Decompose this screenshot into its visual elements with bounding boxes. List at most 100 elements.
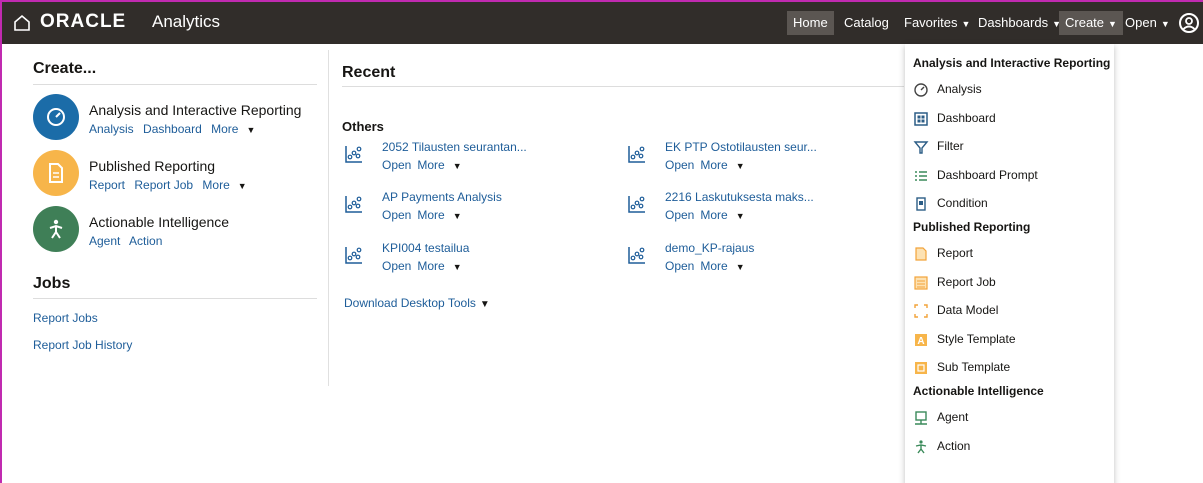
- menu-item-label: Dashboard Prompt: [937, 167, 1038, 182]
- more-link[interactable]: More ▼: [417, 208, 467, 222]
- nav-create-label: Create: [1065, 15, 1105, 30]
- scatter-chart-icon: [345, 196, 362, 213]
- report-job-icon: [914, 275, 928, 290]
- download-desktop-tools[interactable]: Download Desktop Tools ▼: [344, 296, 490, 310]
- nav-home-label: Home: [793, 15, 828, 30]
- more-link[interactable]: More ▼: [700, 259, 750, 273]
- more-link[interactable]: More ▼: [417, 158, 467, 172]
- create-menu: Analysis and Interactive Reporting Analys…: [905, 44, 1114, 483]
- svg-text:A: A: [917, 336, 924, 347]
- actionable-intelligence-title: Actionable Intelligence: [89, 214, 230, 230]
- menu-item-label: Report: [937, 246, 974, 260]
- menu-item-label: Condition: [937, 196, 988, 211]
- open-link[interactable]: Open: [665, 158, 694, 172]
- analysis-reporting-badge[interactable]: [33, 94, 79, 140]
- actionable-intelligence-badge[interactable]: [33, 206, 79, 252]
- user-icon[interactable]: [1178, 12, 1200, 34]
- open-link[interactable]: Open: [382, 259, 411, 273]
- create-analysis-link[interactable]: Analysis: [89, 122, 134, 136]
- filter-icon: [913, 141, 929, 154]
- published-reporting-title: Published Reporting: [89, 158, 216, 174]
- recent-item-actions: Open More ▼: [665, 208, 757, 222]
- nav-open[interactable]: Open ▼: [1119, 11, 1176, 35]
- open-link[interactable]: Open: [382, 158, 411, 172]
- more-link[interactable]: More ▼: [211, 122, 261, 136]
- menu-item-condition[interactable]: Condition: [905, 191, 1114, 217]
- report-job-history-link[interactable]: Report Job History: [33, 338, 132, 352]
- chevron-down-icon: ▼: [1160, 19, 1170, 29]
- dashboard-icon: [914, 111, 928, 126]
- caret-down-icon: ▼: [237, 181, 247, 191]
- create-dashboard-link[interactable]: Dashboard: [143, 122, 202, 136]
- menu-item-action[interactable]: Action: [905, 434, 1114, 460]
- home-icon[interactable]: [12, 13, 32, 33]
- open-link[interactable]: Open: [665, 259, 694, 273]
- menu-item-label: Sub Template: [937, 360, 1011, 375]
- create-agent-link[interactable]: Agent: [89, 234, 120, 248]
- recent-item-name[interactable]: AP Payments Analysis: [382, 190, 502, 204]
- recent-item-name[interactable]: EK PTP Ostotilausten seur...: [665, 140, 817, 154]
- more-label: More: [700, 158, 728, 172]
- more-link[interactable]: More ▼: [700, 208, 750, 222]
- published-reporting-badge[interactable]: [33, 150, 79, 196]
- recent-item-name[interactable]: 2052 Tilausten seurantan...: [382, 140, 527, 154]
- menu-item-analysis[interactable]: Analysis: [905, 77, 1114, 103]
- more-link[interactable]: More ▼: [700, 158, 750, 172]
- open-link[interactable]: Open: [382, 208, 411, 222]
- menu-item-dashboard-prompt[interactable]: Dashboard Prompt: [905, 163, 1114, 189]
- caret-down-icon: ▼: [452, 161, 462, 171]
- more-label: More: [417, 208, 445, 222]
- nav-favorites[interactable]: Favorites ▼: [898, 11, 976, 35]
- menu-item-sub-template[interactable]: Sub Template: [905, 355, 1114, 381]
- menu-item-data-model[interactable]: Data Model: [905, 298, 1114, 324]
- recent-item: demo_KP-rajaus Open More ▼: [627, 241, 867, 281]
- nav-catalog[interactable]: Catalog: [838, 11, 895, 35]
- create-title: Create...: [33, 60, 97, 77]
- top-bar: ORACLE Analytics Home Catalog Favorites ▼…: [2, 2, 1203, 44]
- more-link[interactable]: More ▼: [202, 178, 252, 192]
- nav-catalog-label: Catalog: [844, 15, 889, 30]
- report-jobs-link[interactable]: Report Jobs: [33, 311, 98, 325]
- menu-item-filter[interactable]: Filter: [905, 134, 1114, 160]
- data-model-icon: [914, 304, 928, 318]
- recent-item-actions: Open More ▼: [382, 208, 474, 222]
- recent-item-name[interactable]: 2216 Laskutuksesta maks...: [665, 190, 814, 204]
- recent-item: KPI004 testailua Open More ▼: [344, 241, 584, 281]
- create-report-job-link[interactable]: Report Job: [134, 178, 193, 192]
- more-label: More: [211, 122, 239, 136]
- menu-item-dashboard[interactable]: Dashboard: [905, 106, 1114, 132]
- scatter-chart-icon: [628, 146, 645, 163]
- divider: [33, 84, 317, 85]
- menu-item-report[interactable]: Report: [905, 241, 1114, 267]
- caret-down-icon: ▼: [479, 299, 490, 310]
- chevron-down-icon: ▼: [961, 19, 971, 29]
- analysis-reporting-links: Analysis Dashboard More ▼: [89, 122, 267, 136]
- recent-item-actions: Open More ▼: [382, 259, 474, 273]
- more-label: More: [417, 158, 445, 172]
- chevron-down-icon: ▼: [1108, 19, 1117, 29]
- recent-item-actions: Open More ▼: [665, 259, 757, 273]
- nav-create[interactable]: Create ▼: [1059, 11, 1123, 35]
- menu-item-label: Report Job: [937, 274, 996, 289]
- menu-item-label: Style Template: [937, 331, 1016, 346]
- open-link[interactable]: Open: [665, 208, 694, 222]
- menu-item-agent[interactable]: Agent: [905, 405, 1114, 431]
- create-report-link[interactable]: Report: [89, 178, 125, 192]
- panel-divider: [328, 50, 329, 386]
- menu-item-report-job[interactable]: Report Job: [905, 270, 1114, 296]
- nav-dashboards[interactable]: Dashboards ▼: [972, 11, 1067, 35]
- create-action-link[interactable]: Action: [129, 234, 162, 248]
- nav-home[interactable]: Home: [787, 11, 834, 35]
- recent-item-name[interactable]: demo_KP-rajaus: [665, 241, 754, 255]
- menu-item-style-template[interactable]: A Style Template: [905, 327, 1114, 353]
- recent-item-name[interactable]: KPI004 testailua: [382, 241, 469, 255]
- runner-icon: [49, 219, 63, 239]
- more-link[interactable]: More ▼: [417, 259, 467, 273]
- recent-item: AP Payments Analysis Open More ▼: [344, 190, 584, 230]
- menu-item-label: Data Model: [937, 303, 999, 318]
- document-icon: [49, 163, 63, 183]
- recent-item: 2052 Tilausten seurantan... Open More ▼: [344, 140, 584, 180]
- caret-down-icon: ▼: [452, 211, 462, 221]
- caret-down-icon: ▼: [735, 262, 745, 272]
- others-title: Others: [342, 119, 384, 134]
